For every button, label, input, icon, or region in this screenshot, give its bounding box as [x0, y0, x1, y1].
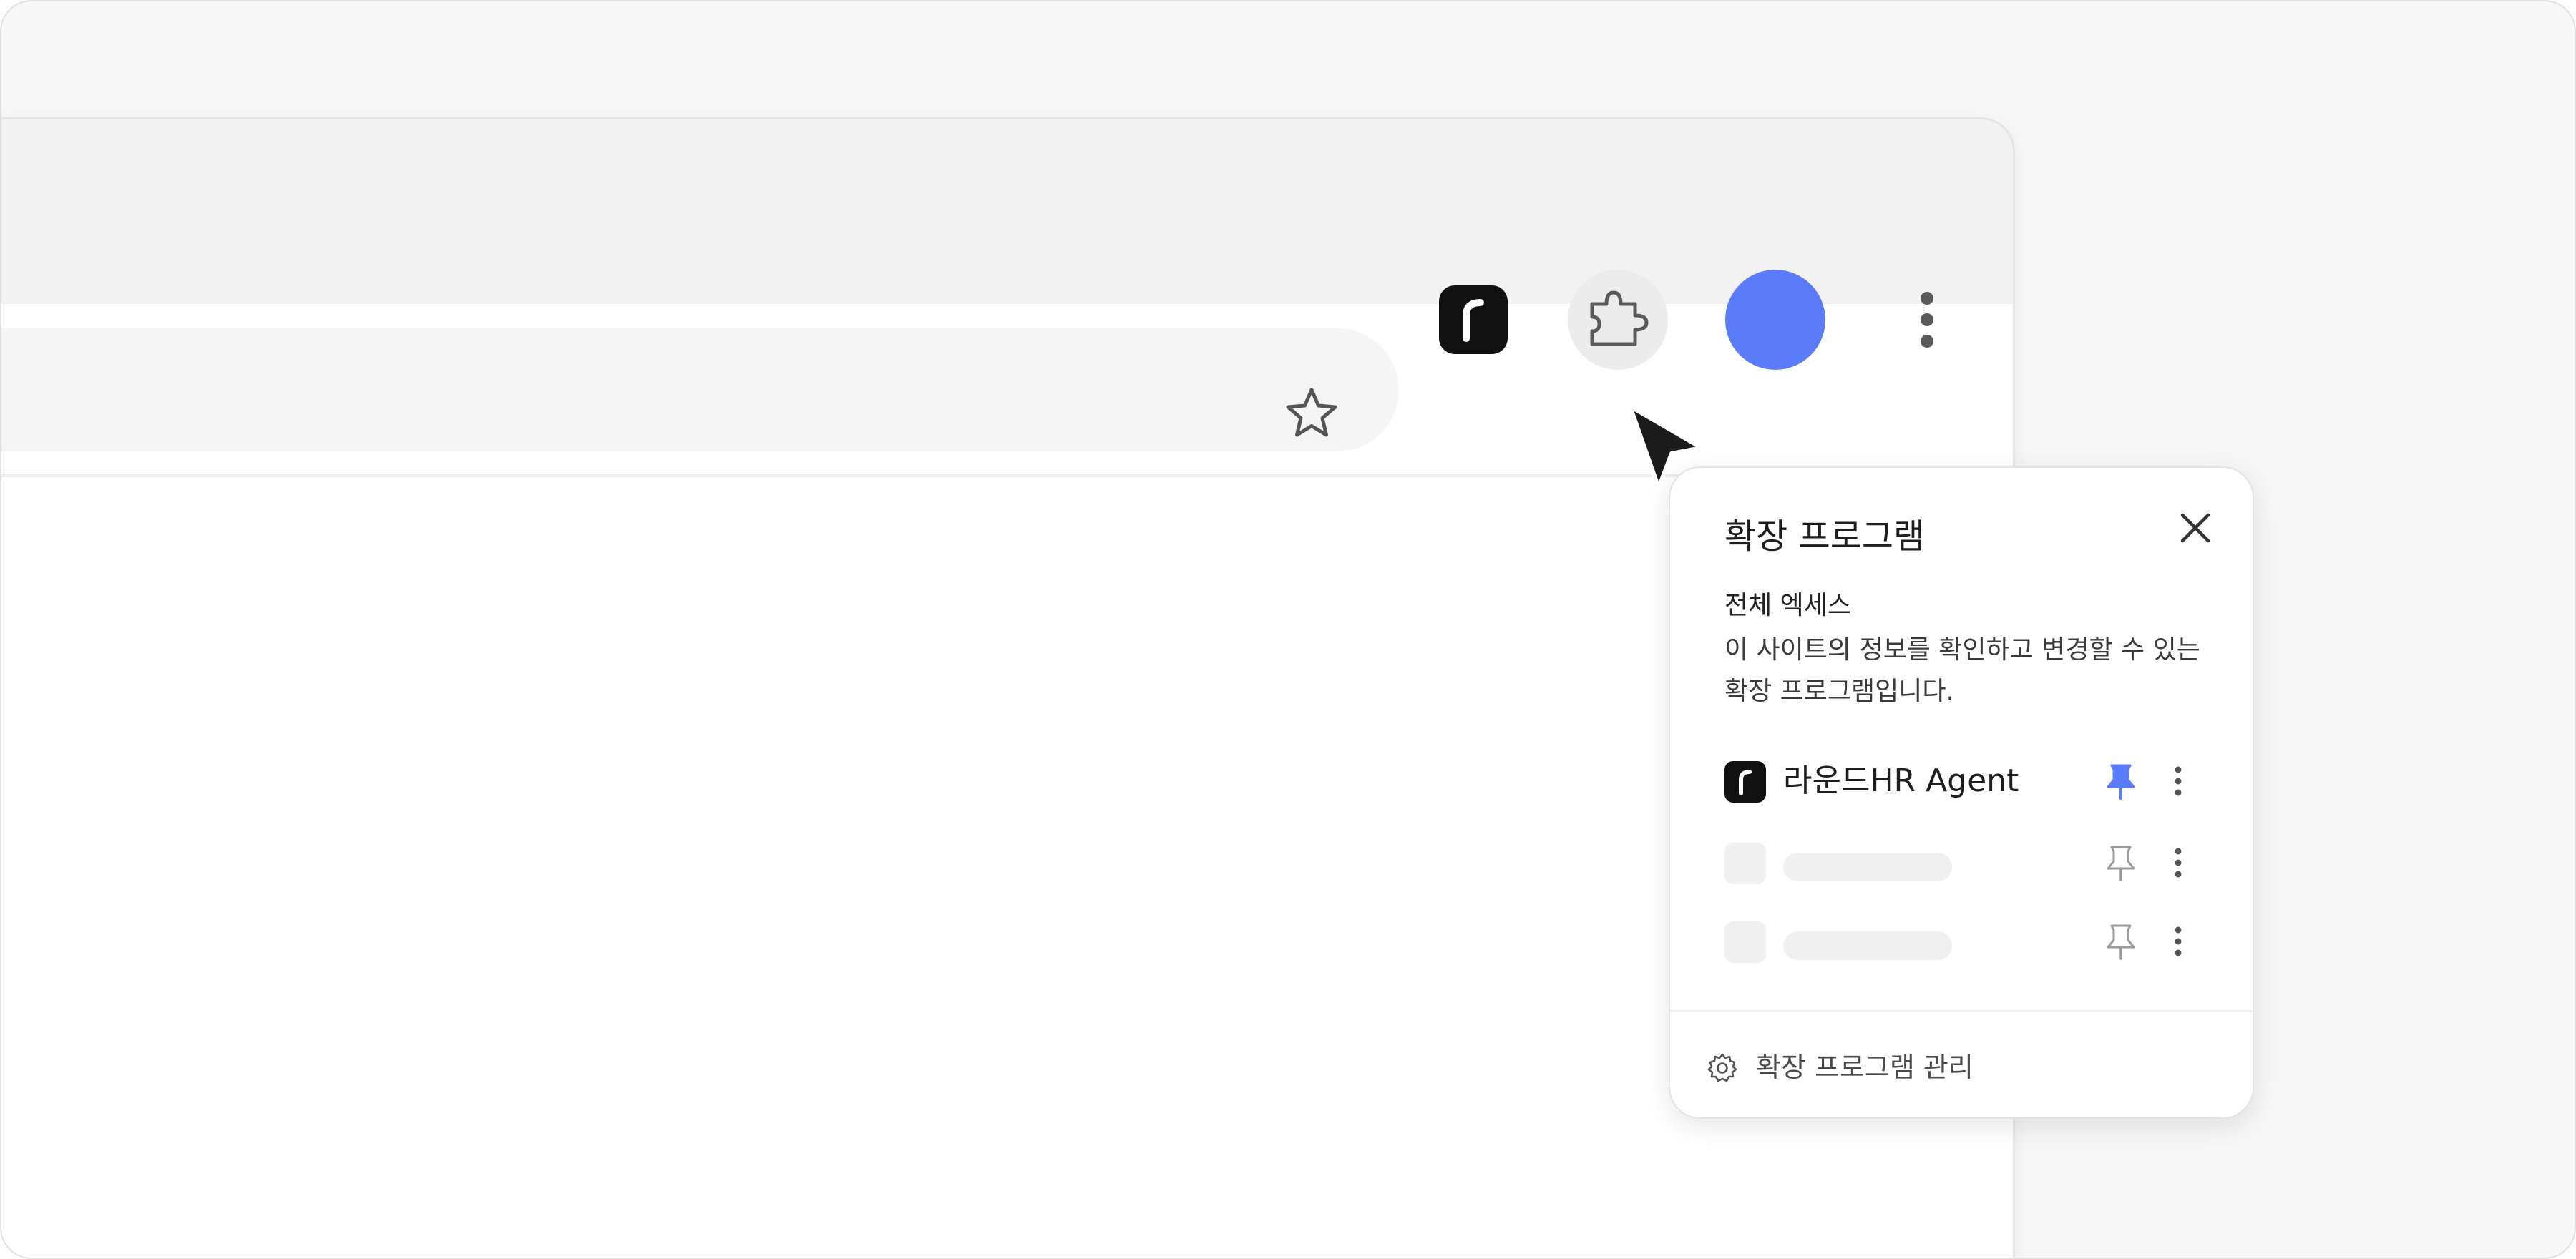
vertical-dots-icon[interactable]	[2164, 841, 2192, 884]
extension-name-placeholder	[1783, 931, 1952, 960]
close-icon[interactable]	[2175, 508, 2215, 548]
extension-row-placeholder[interactable]	[1670, 828, 2253, 897]
popup-title: 확장 프로그램	[1724, 516, 1926, 557]
star-icon[interactable]	[1283, 386, 1340, 443]
browser-toolbar	[1, 304, 2013, 477]
round-logo-icon	[1739, 770, 1752, 795]
extensions-popup: 확장 프로그램 전체 엑세스 이 사이트의 정보를 확인하고 변경할 수 있는 …	[1669, 466, 2254, 1119]
extension-row-placeholder[interactable]	[1670, 907, 2253, 976]
extension-name: 라운드HR Agent	[1783, 763, 2019, 799]
manage-extensions-link[interactable]: 확장 프로그램 관리	[1706, 1039, 2064, 1096]
pinned-extension-button[interactable]	[1439, 285, 1508, 354]
extension-icon-placeholder	[1724, 921, 1766, 963]
vertical-dots-icon[interactable]	[1906, 277, 1948, 363]
profile-avatar[interactable]	[1725, 270, 1825, 370]
extension-icon	[1724, 761, 1766, 803]
popup-divider	[1670, 1010, 2253, 1012]
access-section-heading: 전체 엑세스	[1724, 591, 1852, 620]
extension-row[interactable]: 라운드HR Agent	[1670, 747, 2253, 815]
extensions-button[interactable]	[1568, 270, 1668, 370]
manage-extensions-label: 확장 프로그램 관리	[1756, 1052, 1974, 1083]
pin-icon[interactable]	[2099, 841, 2142, 884]
pin-icon[interactable]	[2099, 920, 2142, 963]
vertical-dots-icon[interactable]	[2164, 760, 2192, 803]
address-bar[interactable]	[1, 328, 1399, 451]
extension-icon-placeholder	[1724, 843, 1766, 884]
tab-strip	[1, 119, 2013, 304]
screenshot-frame: 확장 프로그램 전체 엑세스 이 사이트의 정보를 확인하고 변경할 수 있는 …	[0, 0, 2576, 1259]
round-logo-icon	[1463, 299, 1484, 342]
extension-name-placeholder	[1783, 853, 1952, 881]
pin-icon[interactable]	[2099, 760, 2142, 803]
puzzle-icon	[1590, 290, 1649, 346]
access-section-description: 이 사이트의 정보를 확인하고 변경할 수 있는 확장 프로그램입니다.	[1724, 635, 2200, 706]
gear-icon	[1707, 1053, 1737, 1082]
vertical-dots-icon[interactable]	[2164, 920, 2192, 963]
